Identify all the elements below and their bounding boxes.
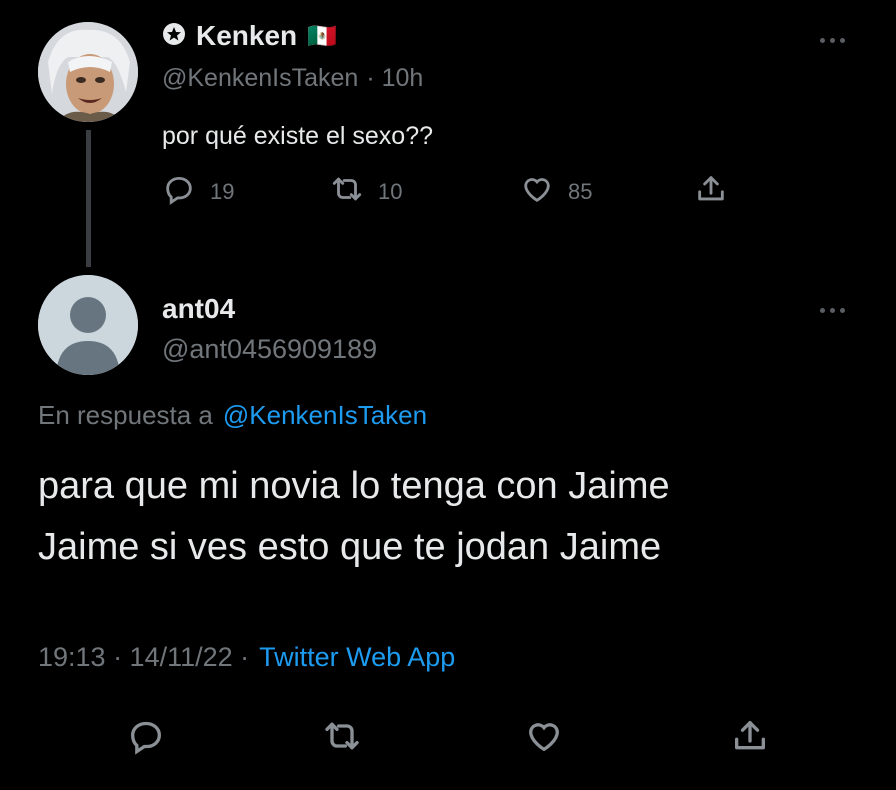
reply-display-name[interactable]: ant04: [162, 293, 235, 325]
reply-timestamp[interactable]: 19:13 · 14/11/22 ·: [38, 642, 249, 673]
reply-share-button[interactable]: [730, 716, 770, 761]
default-avatar-icon[interactable]: [38, 275, 138, 375]
reply-reply-button[interactable]: [126, 716, 166, 761]
parent-author-row[interactable]: Kenken 🇲🇽: [162, 20, 337, 52]
retweet-icon: [322, 722, 362, 760]
thread-line: [86, 130, 91, 267]
reply-tweet-text: para que mi novia lo tenga con Jaime Jai…: [38, 456, 670, 578]
reply-handle[interactable]: @ant0456909189: [162, 334, 377, 365]
reply-icon: [126, 721, 166, 760]
parent-more-icon[interactable]: [820, 38, 845, 43]
parent-retweet-button[interactable]: 10: [330, 172, 402, 212]
star-badge-icon: [162, 22, 186, 51]
share-icon: [730, 721, 770, 760]
parent-display-name[interactable]: Kenken: [196, 20, 297, 52]
parent-meta-row: @KenkenIsTaken · 10h: [162, 64, 423, 93]
reply-text-line2: Jaime si ves esto que te jodan Jaime: [38, 526, 662, 568]
reply-text-line1: para que mi novia lo tenga con Jaime: [38, 465, 670, 507]
like-icon: [520, 172, 554, 212]
reply-prefix: En respuesta a: [38, 400, 213, 430]
parent-like-count: 85: [568, 179, 593, 204]
like-icon: [524, 723, 564, 760]
reply-context: En respuesta a @KenkenIsTaken: [38, 400, 427, 431]
parent-time[interactable]: · 10h: [366, 64, 423, 93]
kenken-avatar[interactable]: [38, 22, 138, 122]
reply-more-icon[interactable]: [820, 308, 845, 313]
reply-to-link[interactable]: @KenkenIsTaken: [223, 400, 427, 431]
mexico-flag: 🇲🇽: [307, 22, 338, 50]
parent-handle[interactable]: @KenkenIsTaken: [162, 64, 358, 93]
reply-source-link[interactable]: Twitter Web App: [259, 642, 455, 673]
reply-meta-row: 19:13 · 14/11/22 · Twitter Web App: [38, 642, 455, 673]
parent-share-button[interactable]: [694, 172, 728, 212]
parent-reply-count: 19: [210, 179, 235, 204]
reply-icon: [162, 172, 196, 212]
parent-like-button[interactable]: 85: [520, 172, 592, 212]
share-icon: [694, 172, 728, 212]
parent-reply-button[interactable]: 19: [162, 172, 234, 212]
parent-retweet-count: 10: [378, 179, 403, 204]
retweet-icon: [330, 172, 364, 212]
reply-retweet-button[interactable]: [322, 716, 362, 761]
reply-like-button[interactable]: [524, 716, 564, 761]
parent-tweet-text: por qué existe el sexo??: [162, 122, 434, 150]
